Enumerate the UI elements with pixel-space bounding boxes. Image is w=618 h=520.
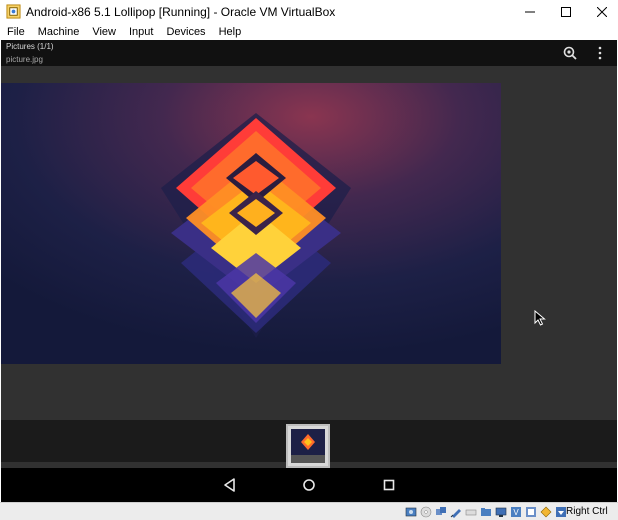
minimize-icon [525, 11, 535, 13]
menu-bar: File Machine View Input Devices Help [0, 24, 618, 40]
menu-devices[interactable]: Devices [166, 26, 205, 38]
menu-input[interactable]: Input [129, 26, 153, 38]
menu-view[interactable]: View [92, 26, 116, 38]
close-icon [597, 7, 607, 17]
usb-icon[interactable] [465, 506, 477, 518]
main-photo[interactable] [1, 83, 501, 364]
svg-text:V: V [513, 508, 519, 517]
maximize-button[interactable] [548, 0, 584, 24]
minimize-button[interactable] [512, 0, 548, 24]
keyboard-capture-icon[interactable] [540, 506, 552, 518]
gallery-action-bar: Pictures (1/1) picture.jpg [1, 40, 617, 66]
photo-thumbnail[interactable] [286, 424, 330, 468]
thumbnail-image [288, 426, 328, 466]
video-capture-icon[interactable]: V [510, 506, 522, 518]
shared-folders-icon[interactable] [480, 506, 492, 518]
hard-disk-icon[interactable] [405, 506, 417, 518]
android-nav-bar [1, 468, 617, 502]
network-icon[interactable] [450, 506, 462, 518]
back-icon[interactable] [221, 476, 239, 494]
mouse-cursor-icon [534, 310, 546, 326]
title-bar: Android-x86 5.1 Lollipop [Running] - Ora… [0, 0, 618, 24]
maximize-icon [561, 7, 571, 17]
menu-machine[interactable]: Machine [38, 26, 80, 38]
audio-icon[interactable] [435, 506, 447, 518]
mouse-integration-icon[interactable] [525, 506, 537, 518]
menu-file[interactable]: File [7, 26, 25, 38]
menu-help[interactable]: Help [219, 26, 242, 38]
optical-drive-icon[interactable] [420, 506, 432, 518]
virtualbox-app-icon [6, 4, 21, 19]
filmstrip [1, 420, 617, 468]
recent-apps-icon[interactable] [380, 476, 398, 494]
overflow-menu-icon[interactable] [595, 46, 605, 60]
close-button[interactable] [584, 0, 618, 24]
window-title: Android-x86 5.1 Lollipop [Running] - Ora… [26, 5, 336, 19]
status-icons: V [405, 506, 570, 518]
vm-screen[interactable]: Pictures (1/1) picture.jpg [1, 40, 617, 502]
gallery-title: Pictures (1/1) [6, 42, 54, 51]
vbox-status-bar: V Right Ctrl [0, 502, 618, 520]
search-image-icon[interactable] [563, 46, 577, 60]
display-icon[interactable] [495, 506, 507, 518]
gallery-subtitle: picture.jpg [6, 55, 43, 64]
host-key-label: Right Ctrl [566, 506, 608, 517]
home-icon[interactable] [300, 476, 318, 494]
